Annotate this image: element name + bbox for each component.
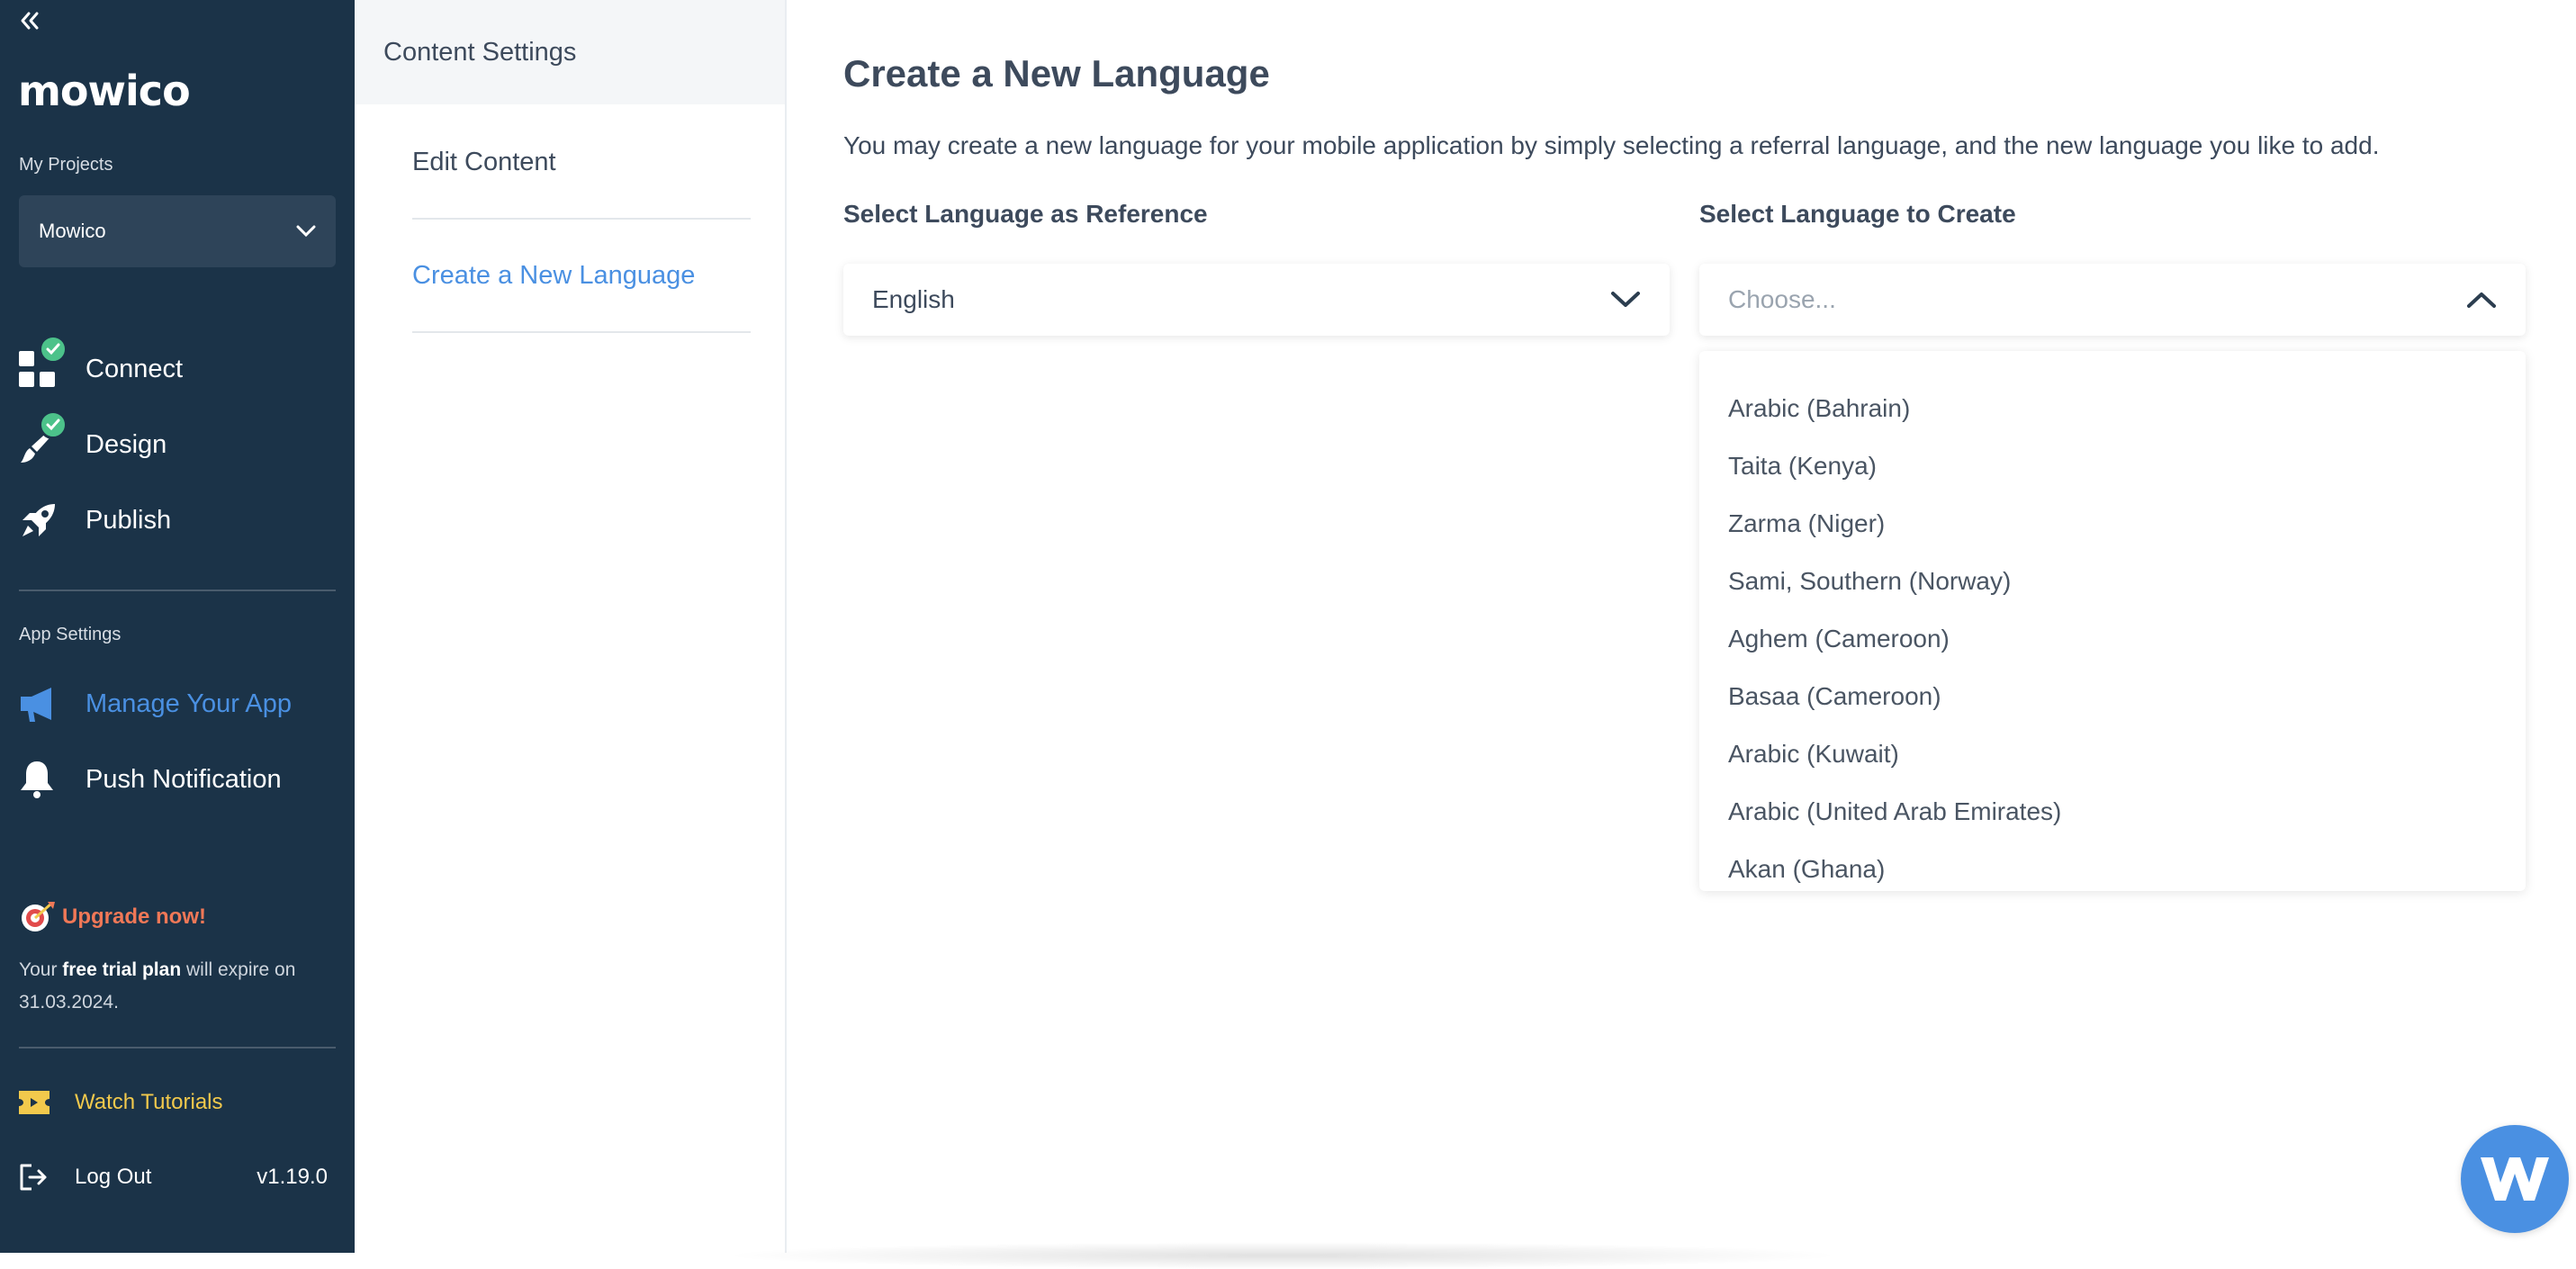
content-settings-header: Content Settings <box>355 0 785 104</box>
chevron-down-icon <box>1611 292 1640 307</box>
trial-prefix: Your <box>19 959 63 980</box>
megaphone-icon <box>19 684 59 724</box>
chevron-up-icon <box>2467 292 2496 308</box>
sidebar-divider <box>19 590 336 591</box>
trial-plan: free trial plan <box>62 959 182 980</box>
grid-icon <box>19 335 68 389</box>
trial-date: 31.03.2024. <box>19 992 119 1012</box>
nav-push-notification-label: Push Notification <box>86 764 282 794</box>
chevron-down-icon <box>296 225 316 238</box>
rocket-icon <box>19 500 59 540</box>
upgrade-link[interactable]: Upgrade now! <box>19 900 206 934</box>
subnav-edit-content[interactable]: Edit Content <box>412 106 751 220</box>
nav-push-notification[interactable]: Push Notification <box>19 754 282 805</box>
panel-title: Content Settings <box>383 37 577 67</box>
nav-connect-label: Connect <box>86 354 184 383</box>
check-badge-icon <box>39 335 68 364</box>
language-option[interactable]: Aghem (Cameroon) <box>1699 610 2526 668</box>
language-option[interactable]: Sami, Southern (Norway) <box>1699 553 2526 610</box>
reference-language-value: English <box>872 285 955 313</box>
create-language-placeholder: Choose... <box>1728 285 1836 313</box>
page-title: Create a New Language <box>843 52 1270 94</box>
sidebar: mowico My Projects Mowico Connect Design… <box>0 0 355 1253</box>
bell-icon <box>19 760 59 799</box>
target-icon <box>22 902 55 932</box>
collapse-sidebar-icon[interactable] <box>18 9 41 32</box>
subnav-edit-content-label: Edit Content <box>412 147 556 176</box>
check-badge-icon <box>39 410 68 439</box>
language-option[interactable]: Arabic (Bahrain) <box>1699 380 2526 437</box>
brush-icon <box>19 410 68 464</box>
nav-design[interactable]: Design <box>19 410 167 470</box>
upgrade-label: Upgrade now! <box>62 904 206 929</box>
create-language-label: Select Language to Create <box>1699 200 2016 228</box>
project-select[interactable]: Mowico <box>19 195 336 267</box>
logout-link[interactable]: Log Out <box>19 1159 151 1195</box>
nav-manage-your-app[interactable]: Manage Your App <box>19 679 292 729</box>
logout-icon <box>20 1164 47 1191</box>
page-description: You may create a new language for your m… <box>843 131 2380 159</box>
chat-logo-icon <box>2481 1157 2549 1201</box>
content-settings-panel: Content Settings Edit Content Create a N… <box>355 0 787 1253</box>
language-option[interactable]: Basaa (Cameroon) <box>1699 668 2526 725</box>
nav-design-label: Design <box>86 429 167 459</box>
subnav-create-new-language[interactable]: Create a New Language <box>412 220 751 333</box>
language-option[interactable]: Akan (Ghana) <box>1699 841 2526 898</box>
nav-publish[interactable]: Publish <box>19 495 171 545</box>
reference-language-select[interactable]: English <box>843 264 1670 336</box>
language-options-list: Arabic (Bahrain) Taita (Kenya) Zarma (Ni… <box>1699 351 2526 891</box>
trial-suffix: will expire on <box>181 959 296 980</box>
language-option[interactable]: Arabic (United Arab Emirates) <box>1699 783 2526 841</box>
subnav-create-new-language-label: Create a New Language <box>412 260 696 290</box>
sidebar-divider <box>19 1047 336 1048</box>
ticket-icon <box>19 1091 50 1114</box>
language-option[interactable]: Zarma (Niger) <box>1699 495 2526 553</box>
reference-language-label: Select Language as Reference <box>843 200 1208 228</box>
nav-manage-your-app-label: Manage Your App <box>86 688 292 718</box>
watch-tutorials-link[interactable]: Watch Tutorials <box>19 1084 223 1120</box>
trial-expiry-text: Your free trial plan will expire on 31.03… <box>19 954 334 1019</box>
language-option[interactable]: Taita (Kenya) <box>1699 437 2526 495</box>
app-settings-label: App Settings <box>19 625 122 644</box>
my-projects-label: My Projects <box>19 155 113 175</box>
nav-publish-label: Publish <box>86 505 172 535</box>
mowico-logo[interactable]: mowico <box>18 67 191 115</box>
chat-widget-button[interactable] <box>2461 1125 2569 1233</box>
app-version: v1.19.0 <box>257 1165 328 1189</box>
logout-label: Log Out <box>75 1165 152 1189</box>
create-language-select[interactable]: Choose... <box>1699 264 2526 336</box>
bottom-shadow <box>720 1242 1845 1269</box>
language-option[interactable]: Arabic (Kuwait) <box>1699 725 2526 783</box>
nav-connect[interactable]: Connect <box>19 335 184 394</box>
project-select-value: Mowico <box>39 220 106 242</box>
watch-tutorials-label: Watch Tutorials <box>75 1090 223 1114</box>
